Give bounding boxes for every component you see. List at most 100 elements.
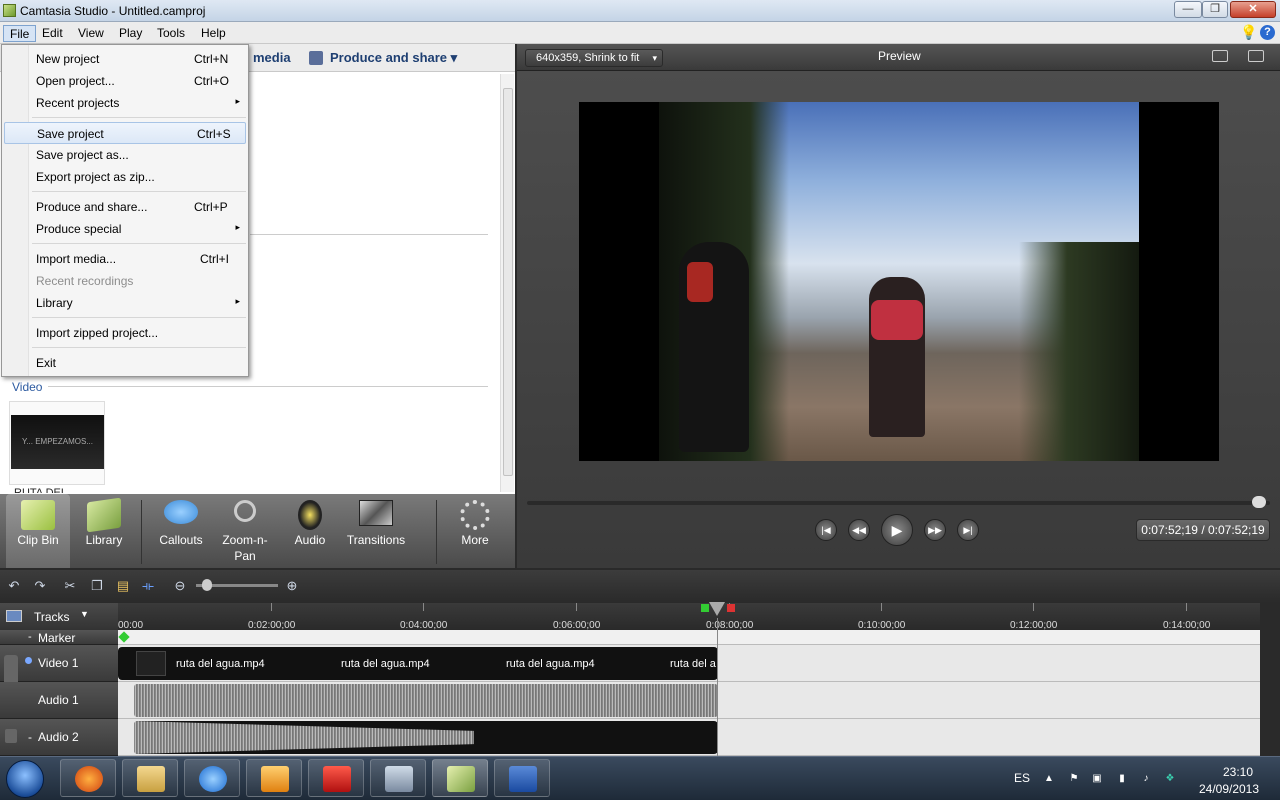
audio-2-lane[interactable] (118, 719, 1260, 756)
redo-icon[interactable]: ↷ (31, 578, 49, 594)
audio-2-clip[interactable] (134, 721, 718, 754)
device-icon[interactable]: ▣ (1091, 773, 1103, 785)
preview-size-dropdown[interactable]: 640x359, Shrink to fit ▾ (525, 49, 663, 67)
tracks-header[interactable]: Tracks ▼ (0, 603, 118, 630)
play-icon[interactable]: ▶ (881, 514, 913, 546)
minimize-button[interactable]: — (1174, 1, 1202, 18)
preview-scrub-bar[interactable] (527, 501, 1270, 505)
action-center-flag-icon[interactable]: ⚑ (1068, 773, 1080, 785)
menu-item-produce-and-share[interactable]: Produce and share... Ctrl+P (4, 196, 246, 218)
copy-icon[interactable]: ❐ (88, 578, 106, 594)
taskbar-word[interactable] (494, 759, 550, 797)
tool-library[interactable]: Library (74, 494, 134, 568)
taskbar-pdf[interactable] (308, 759, 364, 797)
skip-start-icon[interactable]: |◀ (815, 519, 837, 541)
tool-zoom-n-pan[interactable]: Zoom-n- Pan (214, 494, 276, 568)
clip-bin-scrollbar[interactable] (500, 74, 514, 492)
menu-bar: File Edit View Play Tools Help 💡 ? (0, 22, 1280, 44)
help-icon[interactable]: ? (1260, 25, 1275, 40)
menu-item-save-project[interactable]: Save project Ctrl+S (4, 122, 246, 144)
tool-callouts[interactable]: Callouts (150, 494, 212, 568)
menu-edit[interactable]: Edit (36, 25, 69, 42)
split-icon[interactable]: ⟛ (139, 578, 157, 594)
undo-icon[interactable]: ↶ (5, 578, 23, 594)
menu-item-save-project-as[interactable]: Save project as... (4, 144, 246, 166)
paste-icon[interactable]: ▤ (114, 578, 132, 594)
zoom-slider-handle[interactable] (202, 579, 212, 591)
menu-file[interactable]: File (3, 25, 37, 42)
timeline-toolbar (0, 570, 1280, 603)
maximize-button[interactable]: ❐ (1202, 1, 1228, 18)
close-button[interactable]: ✕ (1230, 1, 1276, 18)
taskbar-explorer[interactable] (122, 759, 178, 797)
title-bar: Camtasia Studio - Untitled.camproj — ❐ ✕ (0, 0, 1280, 22)
clock-date[interactable]: 24/09/2013 (1192, 782, 1266, 796)
taskbar-ie[interactable] (184, 759, 240, 797)
menu-view[interactable]: View (72, 25, 110, 42)
network-signal-icon[interactable]: ▮ (1116, 773, 1128, 785)
track-name-marker: Marker (38, 631, 76, 645)
audio-1-lane[interactable] (118, 682, 1260, 719)
menu-item-produce-special[interactable]: Produce special ▸ (4, 218, 246, 240)
scrub-handle[interactable] (1252, 496, 1266, 508)
detach-preview-icon[interactable] (1248, 50, 1264, 62)
zoom-in-icon[interactable]: ⊕ (283, 578, 301, 594)
menu-item-recent-projects[interactable]: Recent projects ▸ (4, 92, 246, 114)
menu-item-open-project[interactable]: Open project... Ctrl+O (4, 70, 246, 92)
library-icon (87, 497, 121, 533)
tool-transitions[interactable]: Transitions (340, 494, 412, 568)
tips-bulb-icon[interactable]: 💡 (1240, 24, 1257, 40)
audio-1-waveform[interactable] (134, 684, 718, 717)
menu-item-exit[interactable]: Exit (4, 352, 246, 374)
tab-import-media[interactable]: media (253, 50, 291, 65)
taskbar-camtasia[interactable] (432, 759, 488, 797)
menu-item-export-zip[interactable]: Export project as zip... (4, 166, 246, 188)
menu-help[interactable]: Help (195, 25, 232, 42)
clip-label: ruta del agua.mp4 (341, 658, 430, 670)
skip-end-icon[interactable]: ▶| (957, 519, 979, 541)
playhead[interactable] (701, 602, 735, 618)
tracks-label: Tracks (34, 610, 70, 624)
taskbar-firefox[interactable] (60, 759, 116, 797)
produce-icon (309, 51, 323, 65)
start-button[interactable] (6, 760, 44, 798)
menu-item-import-media[interactable]: Import media... Ctrl+I (4, 248, 246, 270)
tool-tabs-bar: Clip Bin Library Callouts Zoom-n- Pan Au… (0, 494, 515, 568)
marker-lane[interactable] (118, 630, 1260, 645)
language-indicator[interactable]: ES (1014, 771, 1030, 785)
taskbar-calculator[interactable] (370, 759, 426, 797)
transitions-icon (359, 500, 393, 526)
tool-clip-bin[interactable]: Clip Bin (6, 494, 70, 568)
zoom-out-icon[interactable]: ⊖ (171, 578, 189, 594)
timeline-scrollbar[interactable] (1260, 603, 1280, 756)
menu-item-new-project[interactable]: New project Ctrl+N (4, 48, 246, 70)
menu-play[interactable]: Play (113, 25, 148, 42)
rewind-icon[interactable]: ◀◀ (848, 519, 870, 541)
show-hidden-icons-icon[interactable]: ▲ (1043, 773, 1055, 785)
clock-time[interactable]: 23:10 (1208, 765, 1268, 779)
taskbar-media-player[interactable] (246, 759, 302, 797)
menu-item-library[interactable]: Library ▸ (4, 292, 246, 314)
media-player-icon (261, 766, 289, 792)
submenu-arrow-icon: ▸ (235, 96, 240, 106)
preview-panel: 640x359, Shrink to fit ▾ Preview |◀ ◀◀ ▶ … (517, 44, 1280, 568)
track-name-video-1: Video 1 (38, 656, 79, 670)
volume-icon[interactable]: ♪ (1140, 773, 1152, 785)
video-clip[interactable]: ruta del agua.mp4 ruta del agua.mp4 ruta… (118, 647, 718, 680)
dropbox-icon[interactable]: ❖ (1164, 773, 1176, 785)
preview-title: Preview (878, 49, 921, 63)
fullscreen-icon[interactable] (1212, 50, 1228, 62)
cut-icon[interactable]: ✂ (61, 578, 79, 594)
tool-audio[interactable]: Audio (282, 494, 338, 568)
fast-forward-icon[interactable]: ▶▶ (924, 519, 946, 541)
track-name-audio-1: Audio 1 (38, 693, 79, 707)
clip-thumbnail[interactable]: Y... EMPEZAMOS... (9, 401, 105, 485)
internet-explorer-icon (199, 766, 227, 792)
menu-item-import-zipped-project[interactable]: Import zipped project... (4, 322, 246, 344)
track-name-audio-2: Audio 2 (38, 730, 79, 744)
menu-tools[interactable]: Tools (151, 25, 191, 42)
tool-more[interactable]: More (446, 494, 504, 568)
word-icon (509, 766, 537, 792)
video-1-lane[interactable]: ruta del agua.mp4 ruta del agua.mp4 ruta… (118, 645, 1260, 682)
tab-produce-and-share[interactable]: Produce and share ▾ (330, 50, 457, 66)
